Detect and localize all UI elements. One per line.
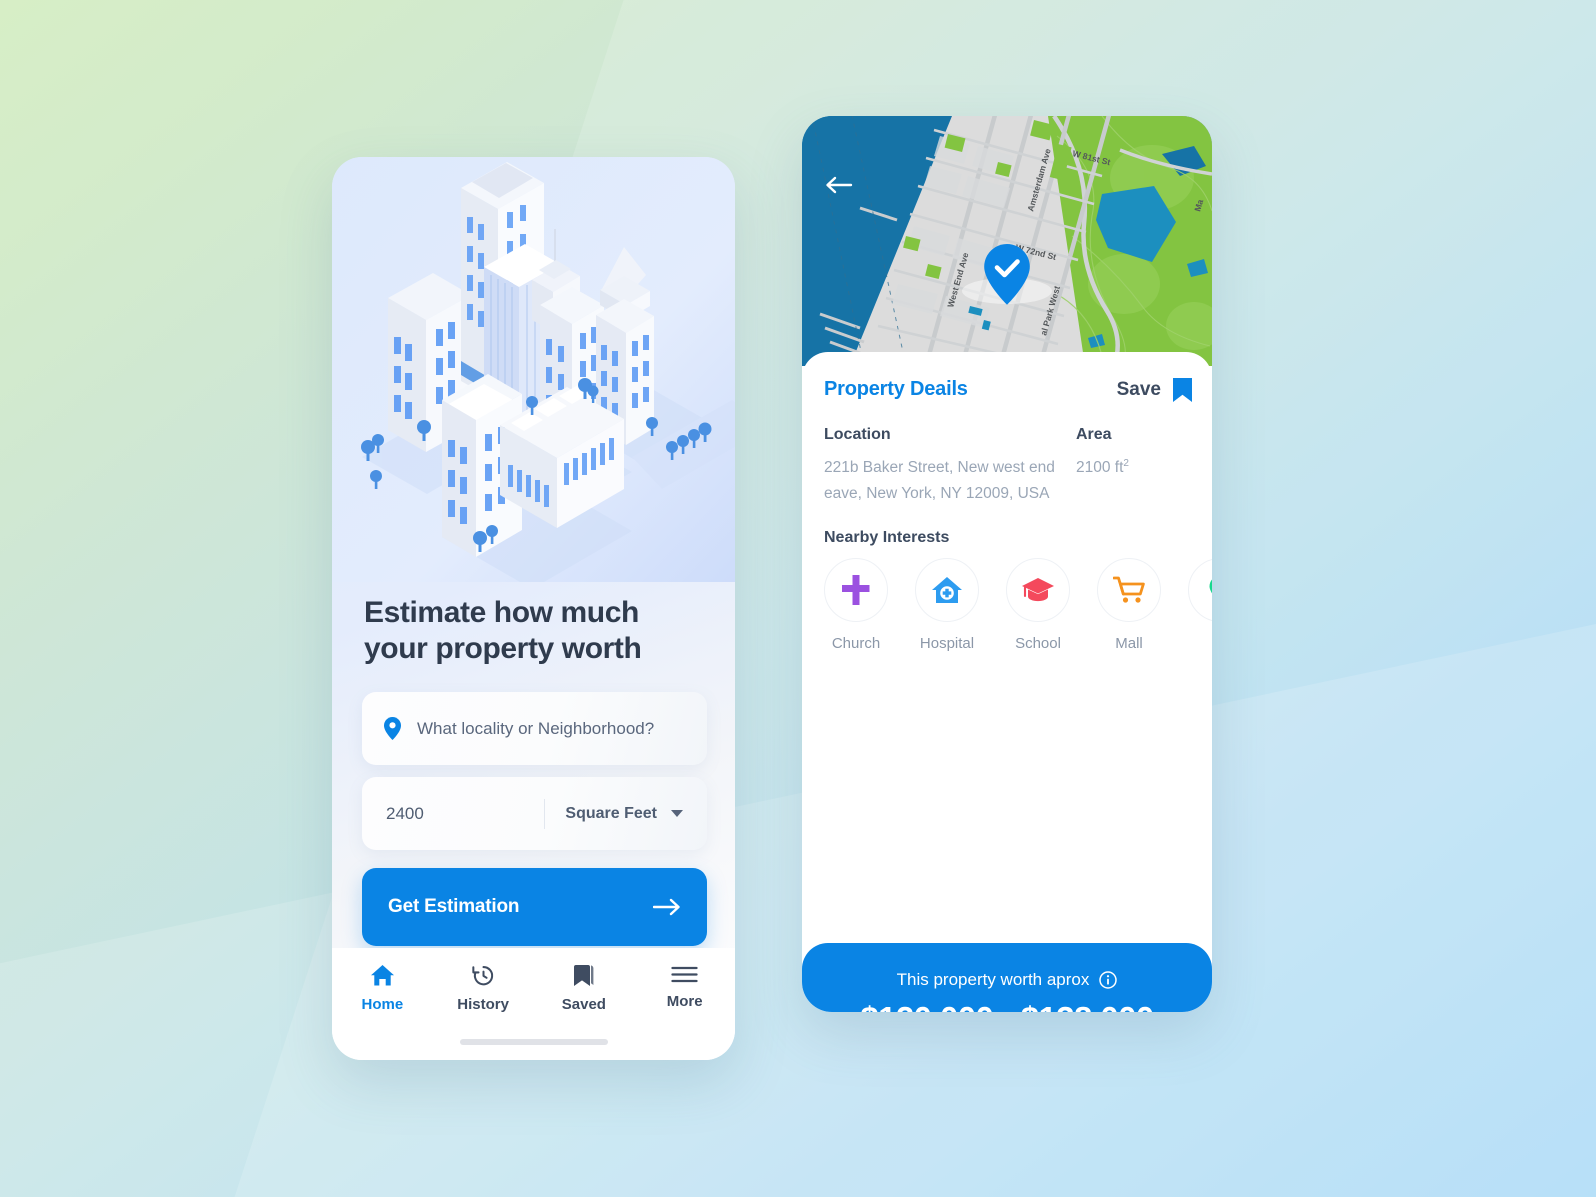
history-clock-icon	[471, 966, 493, 986]
chevron-down-icon	[671, 810, 683, 817]
estimation-caption: This property worth aprox	[896, 970, 1090, 989]
poi-hospital[interactable]: Hospital	[915, 558, 979, 652]
shopping-cart-icon	[1113, 576, 1145, 603]
cross-icon	[842, 575, 870, 605]
area-superscript: 2	[1123, 457, 1129, 469]
poi-church-label: Church	[831, 635, 881, 652]
locality-placeholder: What locality or Neighborhood?	[417, 718, 655, 738]
get-estimation-button[interactable]: Get Estimation	[362, 868, 707, 946]
area-value-wrap: 2100 ft2	[1076, 455, 1192, 481]
save-button[interactable]: Save	[1117, 377, 1192, 402]
arrow-left-icon	[826, 176, 853, 194]
nearby-interests-heading: Nearby Interests	[824, 529, 950, 546]
property-details-sheet: Property Deails Save Location 221b Baker…	[802, 352, 1212, 1012]
save-label: Save	[1116, 378, 1161, 400]
tab-home-label: Home	[361, 996, 404, 1013]
bookmark-icon	[574, 965, 594, 986]
poi-church[interactable]: Church	[824, 558, 888, 652]
estimation-card: This property worth aprox $120,000 - $13…	[802, 943, 1212, 1012]
background-band-bottom	[0, 511, 1596, 1197]
info-circle-icon[interactable]	[1099, 971, 1118, 989]
location-label: Location	[824, 426, 891, 443]
nearby-interests-row: Church Hospital School Mall	[824, 558, 1212, 652]
tab-saved[interactable]: Saved	[534, 964, 635, 1013]
home-indicator	[459, 1039, 608, 1045]
location-pin-icon	[384, 717, 401, 740]
sheet-title: Property Deails	[824, 378, 968, 400]
get-estimation-label: Get Estimation	[388, 896, 520, 917]
area-value: 2100 ft	[1076, 459, 1124, 476]
tab-more-label: More	[666, 993, 703, 1010]
arrow-right-icon	[653, 898, 680, 916]
poi-school-circle	[1006, 558, 1070, 622]
bookmark-filled-icon	[1173, 378, 1192, 402]
city-illustration	[332, 157, 735, 582]
poi-mall[interactable]: Mall	[1097, 558, 1161, 652]
tab-home[interactable]: Home	[332, 964, 433, 1013]
poi-school-label: School	[1015, 635, 1061, 652]
page-title: Estimate how much your property worth	[364, 596, 642, 665]
unit-selector[interactable]: Square Feet	[544, 798, 683, 829]
tab-more[interactable]: More	[634, 964, 735, 1010]
tab-saved-label: Saved	[561, 996, 606, 1013]
location-block: Location 221b Baker Street, New west end…	[824, 426, 1076, 506]
home-icon	[370, 965, 394, 986]
estimated-price-range: $120,000 - $138,000	[802, 1000, 1212, 1012]
phone-screen-home: Estimate how much your property worth Wh…	[332, 157, 735, 1060]
map-view[interactable]: Amsterdam Ave W 81st St W 72nd St West E…	[802, 116, 1212, 366]
poi-park-circle	[1188, 558, 1212, 622]
area-block: Area 2100 ft2	[1076, 426, 1192, 506]
sheet-header: Property Deails Save	[824, 377, 1192, 402]
bottom-tab-bar: Home History Saved More	[332, 948, 735, 1060]
area-value: 2400	[386, 803, 424, 823]
poi-mall-circle	[1097, 558, 1161, 622]
hamburger-menu-icon	[671, 966, 698, 983]
back-button[interactable]	[822, 168, 856, 202]
unit-label: Square Feet	[565, 804, 657, 822]
poi-school[interactable]: School	[1006, 558, 1070, 652]
area-input-field[interactable]: 2400 Square Feet	[362, 777, 707, 850]
estimation-caption-row: This property worth aprox	[802, 943, 1212, 990]
tab-history[interactable]: History	[433, 964, 534, 1013]
poi-church-circle	[824, 558, 888, 622]
property-meta: Location 221b Baker Street, New west end…	[824, 426, 1192, 506]
poi-park[interactable]: P	[1188, 558, 1212, 652]
area-label: Area	[1076, 426, 1112, 443]
graduation-cap-icon	[1022, 578, 1054, 602]
poi-hospital-circle	[915, 558, 979, 622]
poi-hospital-label: Hospital	[919, 635, 975, 652]
park-icon	[1209, 579, 1212, 594]
location-value: 221b Baker Street, New west end eave, Ne…	[824, 459, 1055, 502]
phone-screen-property-details: Amsterdam Ave W 81st St W 72nd St West E…	[802, 116, 1212, 1012]
locality-input-field[interactable]: What locality or Neighborhood?	[362, 692, 707, 765]
map-canvas: Amsterdam Ave W 81st St W 72nd St West E…	[802, 116, 1212, 366]
poi-mall-label: Mall	[1115, 635, 1143, 652]
hospital-house-icon	[932, 577, 962, 603]
tab-history-label: History	[457, 996, 509, 1013]
canvas: Estimate how much your property worth Wh…	[0, 0, 1596, 1197]
